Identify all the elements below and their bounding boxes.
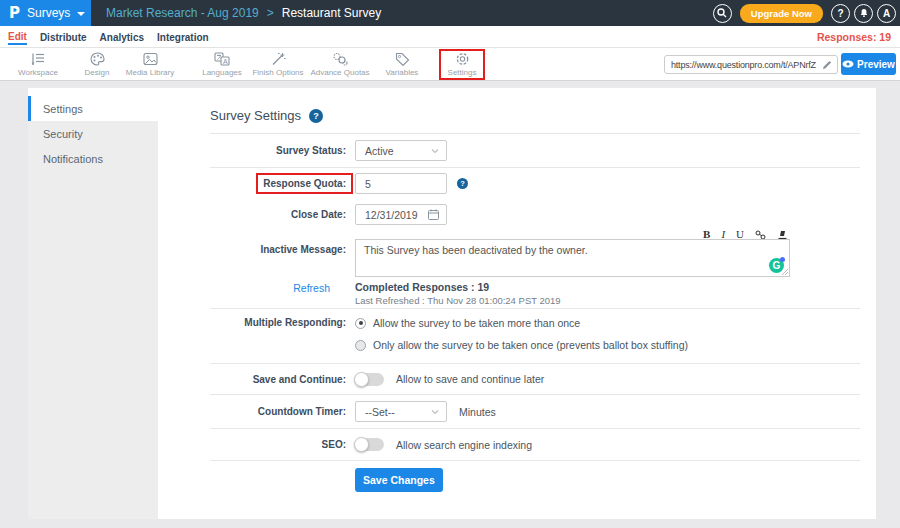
breadcrumb: Market Research - Aug 2019 > Restaurant … <box>106 6 381 20</box>
product-name: Surveys <box>27 6 70 20</box>
inactive-message-textarea[interactable]: This Survey has been deactivated by the … <box>355 239 790 277</box>
quota-help-icon[interactable]: ? <box>457 178 468 189</box>
italic-button[interactable]: I <box>721 230 725 239</box>
seo-row: SEO: Allow search engine indexing <box>210 428 860 460</box>
calendar-icon <box>428 209 439 220</box>
multiple-responding-label: Multiple Responding: <box>210 317 346 328</box>
survey-status-label: Survey Status: <box>210 145 346 156</box>
save-continue-row: Save and Continue: Allow to save and con… <box>210 363 860 394</box>
last-refreshed: Last Refreshed : Thu Nov 28 01:00:24 PST… <box>355 295 561 306</box>
languages-icon: A <box>214 52 230 66</box>
avatar[interactable]: A <box>877 4 896 23</box>
eye-icon <box>842 60 854 68</box>
minutes-text: Minutes <box>459 406 496 418</box>
media-library-icon <box>143 52 158 66</box>
save-continue-label: Save and Continue: <box>210 374 346 385</box>
close-date-input[interactable]: 12/31/2019 <box>355 204 447 225</box>
help-question-icon[interactable]: ? <box>309 109 323 123</box>
chevron-down-icon <box>77 12 85 16</box>
survey-status-select[interactable]: Active <box>355 140 447 161</box>
response-quota-row: Response Quota: 5 ? <box>210 167 860 199</box>
edit-url-pencil-icon[interactable] <box>822 56 832 74</box>
format-toolbar: B I U <box>355 230 790 239</box>
help-button[interactable]: ? <box>831 4 850 23</box>
toolbar-finish-options[interactable]: Finish Options <box>250 48 306 81</box>
breadcrumb-parent[interactable]: Market Research - Aug 2019 <box>106 6 259 20</box>
save-changes-row: Save Changes <box>210 460 860 506</box>
settings-main: Survey Settings ? Survey Status: Active … <box>158 88 876 519</box>
sidebar-item-notifications[interactable]: Notifications <box>28 146 158 171</box>
breadcrumb-current: Restaurant Survey <box>282 6 381 20</box>
chevron-down-icon <box>431 408 439 416</box>
multiple-responding-row: Multiple Responding: Allow the survey to… <box>210 308 860 363</box>
close-date-label: Close Date: <box>210 209 346 220</box>
response-quota-input[interactable]: 5 <box>355 173 447 194</box>
sidebar-item-settings[interactable]: Settings <box>28 96 158 121</box>
seo-label: SEO: <box>210 439 346 450</box>
edit-toolbar: Workspace Design Media Library A Languag… <box>0 48 900 81</box>
bold-button[interactable]: B <box>703 230 710 239</box>
save-changes-button[interactable]: Save Changes <box>355 468 443 492</box>
sidebar-item-security[interactable]: Security <box>28 121 158 146</box>
toolbar-advance-quotas[interactable]: Advance Quotas <box>309 48 371 81</box>
radio-unchecked-icon[interactable] <box>355 340 366 351</box>
inactive-message-row: Inactive Message: B I U This Survey has … <box>210 230 860 280</box>
design-palette-icon <box>90 52 105 66</box>
search-icon[interactable] <box>713 4 732 23</box>
completed-responses: Completed Responses : 19 <box>355 281 561 293</box>
countdown-label: Countdown Timer: <box>210 406 346 417</box>
inactive-message-label: Inactive Message: <box>210 244 346 255</box>
response-quota-label: Response Quota: <box>256 173 353 194</box>
tab-edit[interactable]: Edit <box>8 29 27 45</box>
questionpro-logo-icon: P <box>9 4 20 22</box>
settings-gear-icon <box>455 52 470 66</box>
top-navbar: P Surveys Market Research - Aug 2019 > R… <box>0 0 900 26</box>
radio-checked-icon[interactable] <box>355 318 366 329</box>
toolbar-settings[interactable]: Settings <box>439 49 485 80</box>
svg-text:A: A <box>223 57 228 64</box>
chevron-down-icon <box>431 147 439 155</box>
settings-card: Settings Security Notifications Survey S… <box>28 88 876 519</box>
upgrade-now-button[interactable]: Upgrade Now <box>740 4 823 23</box>
refresh-link[interactable]: Refresh <box>210 282 346 294</box>
toolbar-variables[interactable]: Variables <box>379 48 425 81</box>
advance-quotas-icon <box>332 52 348 66</box>
tab-distribute[interactable]: Distribute <box>40 30 87 44</box>
toolbar-workspace[interactable]: Workspace <box>9 48 67 81</box>
countdown-row: Countdown Timer: --Set-- Minutes <box>210 394 860 428</box>
tab-analytics[interactable]: Analytics <box>100 30 144 44</box>
countdown-select[interactable]: --Set-- <box>355 401 447 422</box>
save-continue-toggle[interactable] <box>355 373 384 386</box>
breadcrumb-separator: > <box>267 6 274 20</box>
toolbar-design[interactable]: Design <box>76 48 118 81</box>
variables-tag-icon <box>395 52 410 66</box>
notifications-bell-icon[interactable] <box>854 4 873 23</box>
surveys-menu[interactable]: P Surveys <box>0 0 91 26</box>
refresh-row: Refresh Completed Responses : 19 Last Re… <box>210 280 860 308</box>
finish-options-wand-icon <box>271 52 286 66</box>
survey-url: https://www.questionpro.com/t/APNrfZ <box>671 60 819 70</box>
workspace-icon <box>30 52 46 66</box>
main-nav-tabs: Edit Distribute Analytics Integration Re… <box>0 26 900 48</box>
resize-handle[interactable] <box>782 269 788 275</box>
toolbar-media-library[interactable]: Media Library <box>118 48 182 81</box>
seo-toggle[interactable] <box>355 438 384 451</box>
page-title: Survey Settings <box>210 108 301 123</box>
toolbar-languages[interactable]: A Languages <box>196 48 248 81</box>
settings-sidebar: Settings Security Notifications <box>28 88 158 519</box>
responses-count[interactable]: Responses: 19 <box>817 31 900 43</box>
radio-option-multiple[interactable]: Allow the survey to be taken more than o… <box>355 317 688 329</box>
underline-button[interactable]: U <box>736 230 744 239</box>
survey-status-row: Survey Status: Active <box>210 133 860 167</box>
survey-url-field[interactable]: https://www.questionpro.com/t/APNrfZ <box>664 55 838 74</box>
preview-button[interactable]: Preview <box>841 53 896 75</box>
tab-integration[interactable]: Integration <box>157 30 209 44</box>
radio-option-once[interactable]: Only allow the survey to be taken once (… <box>355 339 688 351</box>
page-content: Settings Security Notifications Survey S… <box>0 81 900 528</box>
